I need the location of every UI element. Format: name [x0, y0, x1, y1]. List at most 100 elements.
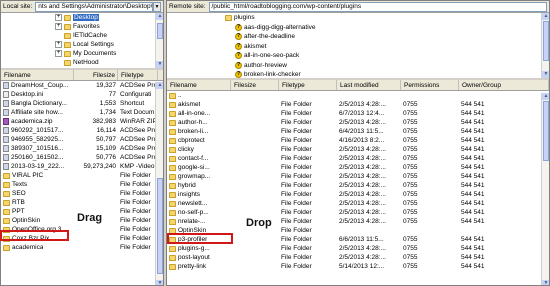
col-filetype[interactable]: Filetype	[118, 70, 158, 80]
tree-item[interactable]: NetHood	[1, 58, 163, 67]
table-row[interactable]: Desktop.ini 77 Configurati	[1, 90, 163, 99]
table-row[interactable]: RTB File Folder	[1, 198, 163, 207]
chevron-down-icon[interactable]: ▼	[153, 1, 161, 12]
col-filesize[interactable]: Filesize	[74, 70, 118, 80]
table-row[interactable]: cbprotect File Folder 4/16/2013 8:2... 0755…	[167, 136, 549, 145]
table-row[interactable]: DreamHost_Coup... 19,327 ACDSee Pro	[1, 81, 163, 90]
table-row[interactable]: newslett... File Folder 2/5/2013 4:28:... 0…	[167, 199, 549, 208]
tree-item[interactable]: ? all-in-one-seo-pack	[167, 51, 549, 61]
filename-text: 960292_101517...	[11, 127, 64, 134]
scroll-up-icon[interactable]: ▲	[542, 93, 549, 100]
cell-filetype: File Folder	[281, 128, 312, 135]
cell-filetype: ACDSee Pro	[120, 136, 158, 143]
table-row[interactable]: growmap... File Folder 2/5/2013 4:28:... 07…	[167, 172, 549, 181]
table-row[interactable]: 389307_101516... 15,109 ACDSee Pro	[1, 144, 163, 153]
local-files-scrollbar[interactable]: ▲ ▼	[155, 82, 163, 285]
tree-item-label: Local Settings	[73, 41, 114, 48]
tree-item[interactable]: + My Documents	[1, 49, 163, 58]
cell-permissions: 0755	[403, 245, 418, 252]
table-row[interactable]: broken-li... File Folder 6/4/2013 11:5... 0…	[167, 127, 549, 136]
table-row[interactable]: 2013-03-19_222... 59,273,240 KMP -Video	[1, 162, 163, 171]
tree-item[interactable]: ? broken-link-checker	[167, 70, 549, 78]
remote-tree-scrollbar[interactable]: ▲ ▼	[541, 13, 549, 78]
table-row[interactable]: OptinSkin File Folder	[167, 226, 549, 235]
cell-filetype: File Folder	[281, 101, 312, 108]
col-filename[interactable]: Filename	[1, 70, 74, 80]
cell-filename: PPT	[1, 208, 74, 215]
remote-site-path-input[interactable]: /public_html/roadtoblogging.com/wp-conte…	[208, 1, 547, 12]
table-row[interactable]: pretty-link File Folder 5/14/2013 12:... 07…	[167, 262, 549, 271]
cell-filename: plugins-g...	[167, 245, 231, 252]
filename-text: VIRAL PIC	[12, 172, 44, 179]
table-row[interactable]: Affiliate site how... 1,734 Text Docum	[1, 108, 163, 117]
tree-item[interactable]: ? author-hreview	[167, 61, 549, 71]
table-row[interactable]: academica.zip 382,983 WinRAR ZIP	[1, 117, 163, 126]
table-row[interactable]: insights File Folder 2/5/2013 4:28:... 0755…	[167, 190, 549, 199]
expand-icon[interactable]: +	[55, 14, 62, 21]
table-row[interactable]: 946955_582925... 50,797 ACDSee Pro	[1, 135, 163, 144]
col-owner-group[interactable]: Owner/Group	[459, 80, 549, 90]
table-row[interactable]: author-h... File Folder 2/5/2013 4:28:... 0…	[167, 118, 549, 127]
table-row[interactable]: post-layout File Folder 2/5/2013 4:28:... 0…	[167, 253, 549, 262]
remote-files-scrollbar[interactable]: ▲ ▼	[541, 93, 549, 285]
scroll-thumb[interactable]	[543, 21, 549, 61]
scroll-down-icon[interactable]: ▼	[156, 280, 163, 285]
scroll-down-icon[interactable]: ▼	[542, 280, 549, 285]
table-row[interactable]: hybrid File Folder 2/5/2013 4:28:... 0755 54…	[167, 181, 549, 190]
table-row[interactable]: 960292_101517... 16,114 ACDSee Pro	[1, 126, 163, 135]
col-filename[interactable]: Filename	[167, 80, 231, 90]
local-site-path-input[interactable]: nts and Settings\Administrator\Desktop\	[35, 1, 153, 12]
tree-item[interactable]: + Desktop	[1, 13, 163, 22]
table-row[interactable]: akismet File Folder 2/5/2013 4:28:... 0755 5…	[167, 100, 549, 109]
table-row[interactable]: ..	[167, 91, 549, 100]
table-row[interactable]: VIRAL PIC File Folder	[1, 171, 163, 180]
table-row[interactable]: contact-f... File Folder 2/5/2013 4:28:...…	[167, 154, 549, 163]
col-filesize[interactable]: Filesize	[231, 80, 279, 90]
col-last-modified[interactable]: Last modified	[337, 80, 401, 90]
scroll-thumb[interactable]	[543, 101, 549, 161]
cell-owner-group: 544 541	[461, 137, 485, 144]
table-row[interactable]: Bangla Dictionary... 1,553 Shortcut	[1, 99, 163, 108]
tree-item[interactable]: + Favorites	[1, 22, 163, 31]
cell-filename: newslett...	[167, 200, 231, 207]
table-row[interactable]: google-si... File Folder 2/5/2013 4:28:...…	[167, 163, 549, 172]
table-row[interactable]: SEO File Folder	[1, 189, 163, 198]
cell-filename: google-si...	[167, 164, 231, 171]
cell-filename: OptinSkin	[167, 227, 231, 234]
tree-item[interactable]: plugins	[167, 13, 549, 23]
table-row[interactable]: 250160_161502... 50,776 ACDSee Pro	[1, 153, 163, 162]
cell-filename: post-layout	[167, 254, 231, 261]
table-row[interactable]: Coxz Bzr Pix File Folder	[1, 234, 163, 243]
tree-item[interactable]: IETldCache	[1, 31, 163, 40]
scroll-down-icon[interactable]: ▼	[542, 71, 549, 78]
table-row[interactable]: academica File Folder	[1, 243, 163, 252]
tree-item[interactable]: ? akismet	[167, 42, 549, 52]
expand-icon[interactable]: +	[55, 23, 62, 30]
table-row[interactable]: OpenOffice.org 3... File Folder	[1, 225, 163, 234]
expand-icon[interactable]: +	[55, 41, 62, 48]
table-row[interactable]: nrelate-... File Folder 2/5/2013 4:28:... 0…	[167, 217, 549, 226]
tree-item-label: all-in-one-seo-pack	[244, 52, 300, 60]
col-filetype[interactable]: Filetype	[279, 80, 337, 90]
folder-icon	[169, 155, 176, 162]
local-site-pane: Local site: nts and Settings\Administrat…	[0, 0, 164, 286]
tree-item[interactable]: ? after-the-deadline	[167, 32, 549, 42]
tree-item[interactable]: ? aas-digg-digg-alternative	[167, 23, 549, 33]
expand-icon[interactable]: +	[55, 50, 62, 57]
table-row[interactable]: clicky File Folder 2/5/2013 4:28:... 0755 54…	[167, 145, 549, 154]
tree-item[interactable]: + Local Settings	[1, 40, 163, 49]
cell-filetype: File Folder	[120, 235, 151, 242]
table-row[interactable]: Texts File Folder	[1, 180, 163, 189]
local-site-bar: Local site: nts and Settings\Administrat…	[1, 1, 163, 13]
table-row[interactable]: p3-profiler File Folder 6/6/2013 11:5... 07…	[167, 235, 549, 244]
col-permissions[interactable]: Permissions	[401, 80, 459, 90]
scroll-thumb[interactable]	[157, 178, 163, 274]
table-row[interactable]: all-in-one... File Folder 6/7/2013 12:4...…	[167, 109, 549, 118]
scroll-up-icon[interactable]: ▲	[156, 82, 163, 89]
table-row[interactable]: plugins-g... File Folder 2/5/2013 4:28:...…	[167, 244, 549, 253]
folder-icon	[3, 208, 10, 215]
local-file-list-header: Filename Filesize Filetype	[1, 70, 163, 81]
table-row[interactable]: no-self-p... File Folder 2/5/2013 4:28:...…	[167, 208, 549, 217]
scroll-up-icon[interactable]: ▲	[542, 13, 549, 20]
tree-item-label: after-the-deadline	[244, 33, 295, 41]
